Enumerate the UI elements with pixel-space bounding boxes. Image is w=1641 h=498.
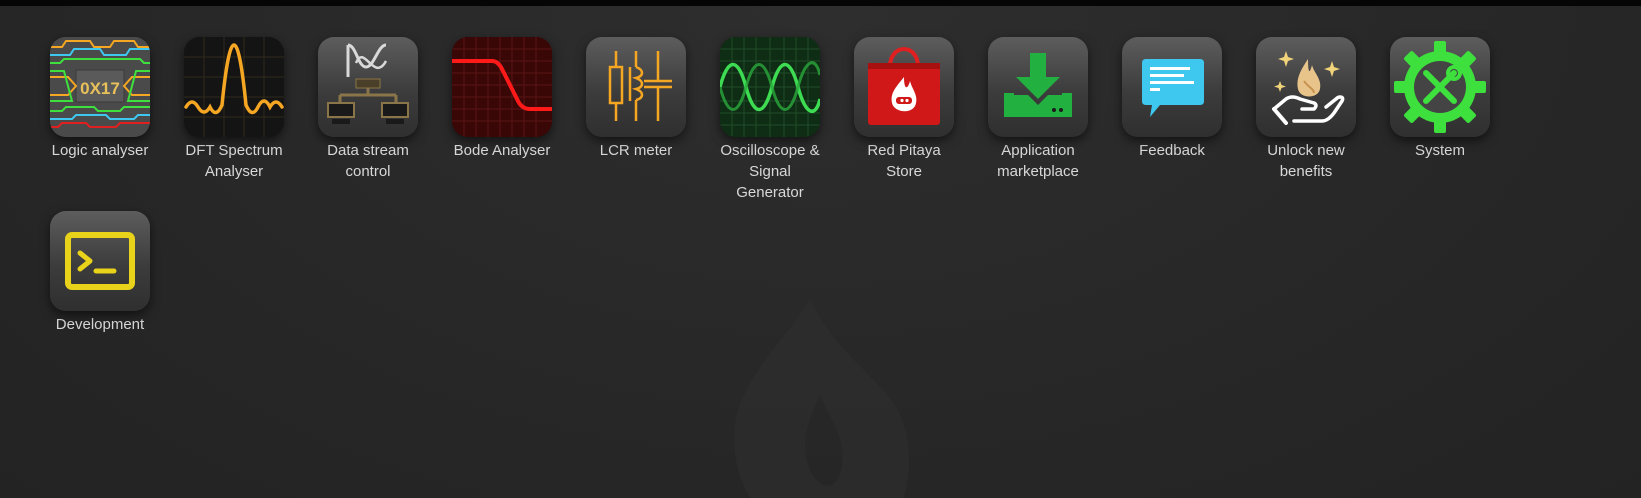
app-label: DFT Spectrum Analyser (185, 142, 283, 180)
terminal-icon (65, 232, 135, 290)
oscilloscope-tile[interactable] (720, 37, 820, 137)
app-lcr-meter[interactable]: LCR meter (586, 37, 686, 211)
hand-sparkle-icon (1272, 51, 1345, 125)
gear-wrench-icon (1394, 41, 1486, 133)
app-label: Red Pitaya Store (867, 142, 941, 180)
app-label: Logic analyser (51, 142, 149, 159)
app-label: Unlock new benefits (1267, 142, 1345, 180)
app-label: Feedback (1139, 142, 1205, 159)
store-tile[interactable] (854, 37, 954, 137)
system-tile[interactable] (1390, 37, 1490, 137)
app-label: LCR meter (599, 142, 673, 159)
desktop: 0X17 Logic analyser DFT Spectrum Analyse… (0, 0, 1641, 498)
lcr-meter-icon (608, 51, 672, 121)
bode-analyser-icon (452, 37, 552, 137)
app-red-pitaya-store[interactable]: Red Pitaya Store (854, 37, 954, 211)
download-icon (1004, 53, 1072, 117)
app-label: Bode Analyser (453, 142, 551, 159)
oscilloscope-icon (720, 37, 820, 137)
app-label: Application marketplace (997, 142, 1079, 180)
app-application-marketplace[interactable]: Application marketplace (988, 37, 1088, 211)
data-stream-tile[interactable] (318, 37, 418, 137)
dft-spectrum-icon (184, 37, 284, 137)
bode-analyser-tile[interactable] (452, 37, 552, 137)
top-bar (0, 0, 1641, 6)
marketplace-tile[interactable] (988, 37, 1088, 137)
app-feedback[interactable]: Feedback (1122, 37, 1222, 211)
app-data-stream-control[interactable]: Data stream control (318, 37, 418, 211)
chat-bubble-icon (1142, 59, 1204, 117)
app-unlock-new-benefits[interactable]: Unlock new benefits (1256, 37, 1356, 211)
app-grid: 0X17 Logic analyser DFT Spectrum Analyse… (50, 37, 1570, 341)
feedback-tile[interactable] (1122, 37, 1222, 137)
store-bag-icon (868, 47, 940, 125)
app-dft-spectrum-analyser[interactable]: DFT Spectrum Analyser (184, 37, 284, 211)
app-oscilloscope[interactable]: Oscilloscope & Signal Generator (720, 37, 820, 211)
development-tile[interactable] (50, 211, 150, 311)
app-logic-analyser[interactable]: 0X17 Logic analyser (50, 37, 150, 211)
app-bode-analyser[interactable]: Bode Analyser (452, 37, 552, 211)
app-system[interactable]: System (1390, 37, 1490, 211)
app-development[interactable]: Development (50, 211, 150, 341)
app-label: Development (55, 316, 145, 333)
app-label: Data stream control (327, 142, 409, 180)
lcr-meter-tile[interactable] (586, 37, 686, 137)
benefits-tile[interactable] (1256, 37, 1356, 137)
dft-spectrum-tile[interactable] (184, 37, 284, 137)
logic-analyser-icon: 0X17 (50, 37, 150, 137)
logic-logo-text: 0X17 (80, 79, 120, 98)
logic-analyser-tile[interactable]: 0X17 (50, 37, 150, 137)
app-label: System (1414, 142, 1465, 159)
app-label: Oscilloscope & Signal Generator (720, 142, 820, 201)
data-stream-icon (327, 43, 409, 124)
